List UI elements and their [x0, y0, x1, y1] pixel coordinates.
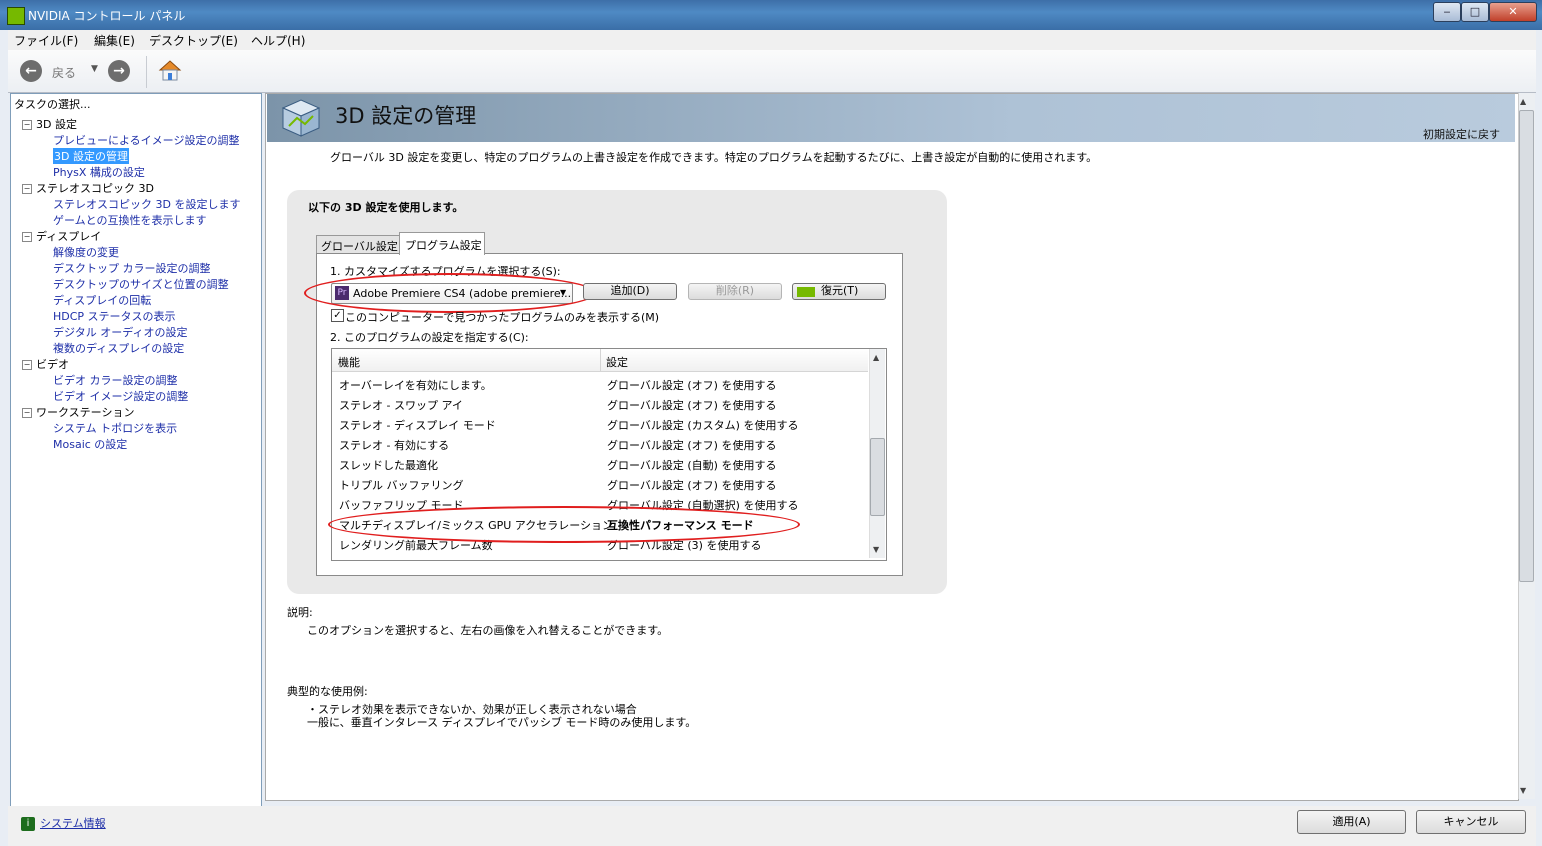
add-button[interactable]: 追加(D): [583, 283, 677, 300]
grid-cell-setting: グローバル設定 (オフ) を使用する: [607, 379, 777, 392]
tree-root-item[interactable]: ステレオスコピック 3D: [36, 180, 154, 196]
highlight-ellipse-program: [304, 273, 596, 313]
scroll-down-icon[interactable]: ▼: [1520, 786, 1526, 795]
system-info-icon: i: [21, 817, 35, 831]
grid-cell-feature: ステレオ - 有効にする: [339, 439, 450, 452]
restore-button-label: 復元(T): [821, 284, 859, 297]
tree-child-item[interactable]: ディスプレイの回転: [53, 292, 151, 308]
maximize-button[interactable]: □: [1461, 2, 1489, 22]
task-panel-title: タスクの選択...: [14, 98, 91, 111]
tree-child-item[interactable]: ビデオ イメージ設定の調整: [53, 388, 188, 404]
tree-root-item[interactable]: ディスプレイ: [36, 228, 101, 244]
tab-global-settings[interactable]: グローバル設定: [316, 235, 400, 254]
back-arrow-icon[interactable]: ←: [20, 60, 42, 82]
tree-collapse-icon[interactable]: −: [22, 408, 32, 418]
menu-edit[interactable]: 編集(E): [94, 32, 135, 49]
nvidia-logo-icon: [797, 287, 815, 297]
checkbox-label: このコンピューターで見つかったプログラムのみを表示する(M): [345, 311, 660, 324]
close-button[interactable]: ✕: [1489, 2, 1537, 22]
home-icon[interactable]: [158, 58, 182, 82]
tree-collapse-icon[interactable]: −: [22, 232, 32, 242]
apply-button[interactable]: 適用(A): [1297, 810, 1406, 834]
intro-text: グローバル 3D 設定を変更し、特定のプログラムの上書き設定を作成できます。特定…: [330, 151, 1098, 164]
usage-line-2: 一般に、垂直インタレース ディスプレイでパッシブ モード時のみ使用します。: [307, 716, 697, 729]
system-info-link[interactable]: システム情報: [40, 815, 106, 831]
page-title: 3D 設定の管理: [335, 104, 477, 128]
grid-scroll-down-icon[interactable]: ▼: [873, 545, 879, 554]
toolbar: [8, 50, 1536, 93]
menu-file[interactable]: ファイル(F): [14, 32, 78, 49]
usage-title: 典型的な使用例:: [287, 685, 368, 698]
tab-program-settings[interactable]: プログラム設定: [399, 232, 485, 255]
tree-child-item[interactable]: システム トポロジを表示: [53, 420, 177, 436]
grid-cell-feature: スレッドした最適化: [339, 459, 438, 472]
grid-cell-feature: トリプル バッファリング: [339, 479, 464, 492]
back-history-dropdown-icon[interactable]: ▼: [91, 64, 98, 74]
step2-label: 2. このプログラムの設定を指定する(C):: [330, 331, 529, 344]
tree-collapse-icon[interactable]: −: [22, 120, 32, 130]
grid-cell-setting: グローバル設定 (オフ) を使用する: [607, 399, 777, 412]
tree-root-item[interactable]: 3D 設定: [36, 116, 77, 132]
forward-arrow-icon[interactable]: →: [108, 60, 130, 82]
tree-collapse-icon[interactable]: −: [22, 360, 32, 370]
grid-cell-setting: グローバル設定 (オフ) を使用する: [607, 479, 777, 492]
restore-button[interactable]: 復元(T): [792, 283, 886, 300]
tab-program-label: プログラム設定: [405, 239, 482, 252]
tree-child-item[interactable]: ビデオ カラー設定の調整: [53, 372, 178, 388]
tree-item-selected[interactable]: 3D 設定の管理: [53, 148, 129, 164]
title-bar[interactable]: [0, 0, 1542, 30]
tree-child-item[interactable]: PhysX 構成の設定: [53, 164, 145, 180]
menu-desktop[interactable]: デスクトップ(E): [149, 32, 238, 49]
tree-child-item[interactable]: ステレオスコピック 3D を設定します: [53, 196, 240, 212]
tree-child-item[interactable]: デスクトップのサイズと位置の調整: [53, 276, 229, 292]
grid-scroll-thumb[interactable]: [870, 438, 885, 516]
grid-header-feature[interactable]: 機能: [338, 354, 360, 370]
tree-child-item[interactable]: デスクトップ カラー設定の調整: [53, 260, 211, 276]
remove-button[interactable]: 削除(R): [688, 283, 782, 300]
group-title: 以下の 3D 設定を使用します。: [308, 201, 464, 214]
grid-header-divider: [600, 349, 601, 371]
show-found-programs-checkbox[interactable]: ✓: [331, 309, 344, 322]
scroll-up-icon[interactable]: ▲: [1520, 97, 1526, 106]
tree-child-item[interactable]: プレビューによるイメージ設定の調整: [53, 132, 239, 148]
tree-child-item[interactable]: HDCP ステータスの表示: [53, 308, 176, 324]
3d-settings-icon: [279, 98, 323, 138]
grid-scroll-up-icon[interactable]: ▲: [873, 353, 879, 362]
window-title: NVIDIA コントロール パネル: [28, 9, 186, 23]
menu-help[interactable]: ヘルプ(H): [251, 32, 305, 49]
grid-cell-setting: グローバル設定 (オフ) を使用する: [607, 439, 777, 452]
nvidia-app-icon: [7, 7, 25, 25]
tree-child-item[interactable]: 解像度の変更: [53, 244, 119, 260]
content-scroll-thumb[interactable]: [1519, 110, 1534, 582]
description-title: 説明:: [287, 606, 313, 619]
grid-cell-feature: ステレオ - ディスプレイ モード: [339, 419, 496, 432]
tree-child-item[interactable]: 複数のディスプレイの設定: [53, 340, 184, 356]
tree-root-item[interactable]: ワークステーション: [36, 404, 134, 420]
highlight-ellipse-multidisplay: [328, 506, 800, 543]
grid-cell-feature: ステレオ - スワップ アイ: [339, 399, 463, 412]
minimize-button[interactable]: ‒: [1433, 2, 1461, 22]
restore-defaults-link[interactable]: 初期設定に戻す: [1423, 126, 1500, 142]
grid-header-row: 機能 設定: [332, 349, 868, 372]
cancel-button[interactable]: キャンセル: [1416, 810, 1526, 834]
back-label[interactable]: 戻る: [52, 64, 76, 81]
tree-collapse-icon[interactable]: −: [22, 184, 32, 194]
grid-cell-feature: オーバーレイを有効にします。: [339, 379, 492, 392]
grid-header-setting[interactable]: 設定: [606, 354, 628, 370]
toolbar-divider: [146, 56, 147, 88]
grid-cell-setting: グローバル設定 (カスタム) を使用する: [607, 419, 799, 432]
tree-child-item[interactable]: ゲームとの互換性を表示します: [53, 212, 207, 228]
tab-global-label: グローバル設定: [321, 240, 398, 253]
tree-child-item[interactable]: デジタル オーディオの設定: [53, 324, 188, 340]
tree-child-item[interactable]: Mosaic の設定: [53, 436, 127, 452]
grid-cell-setting: グローバル設定 (自動) を使用する: [607, 459, 777, 472]
description-text: このオプションを選択すると、左右の画像を入れ替えることができます。: [307, 624, 669, 637]
tree-root-item[interactable]: ビデオ: [36, 356, 69, 372]
